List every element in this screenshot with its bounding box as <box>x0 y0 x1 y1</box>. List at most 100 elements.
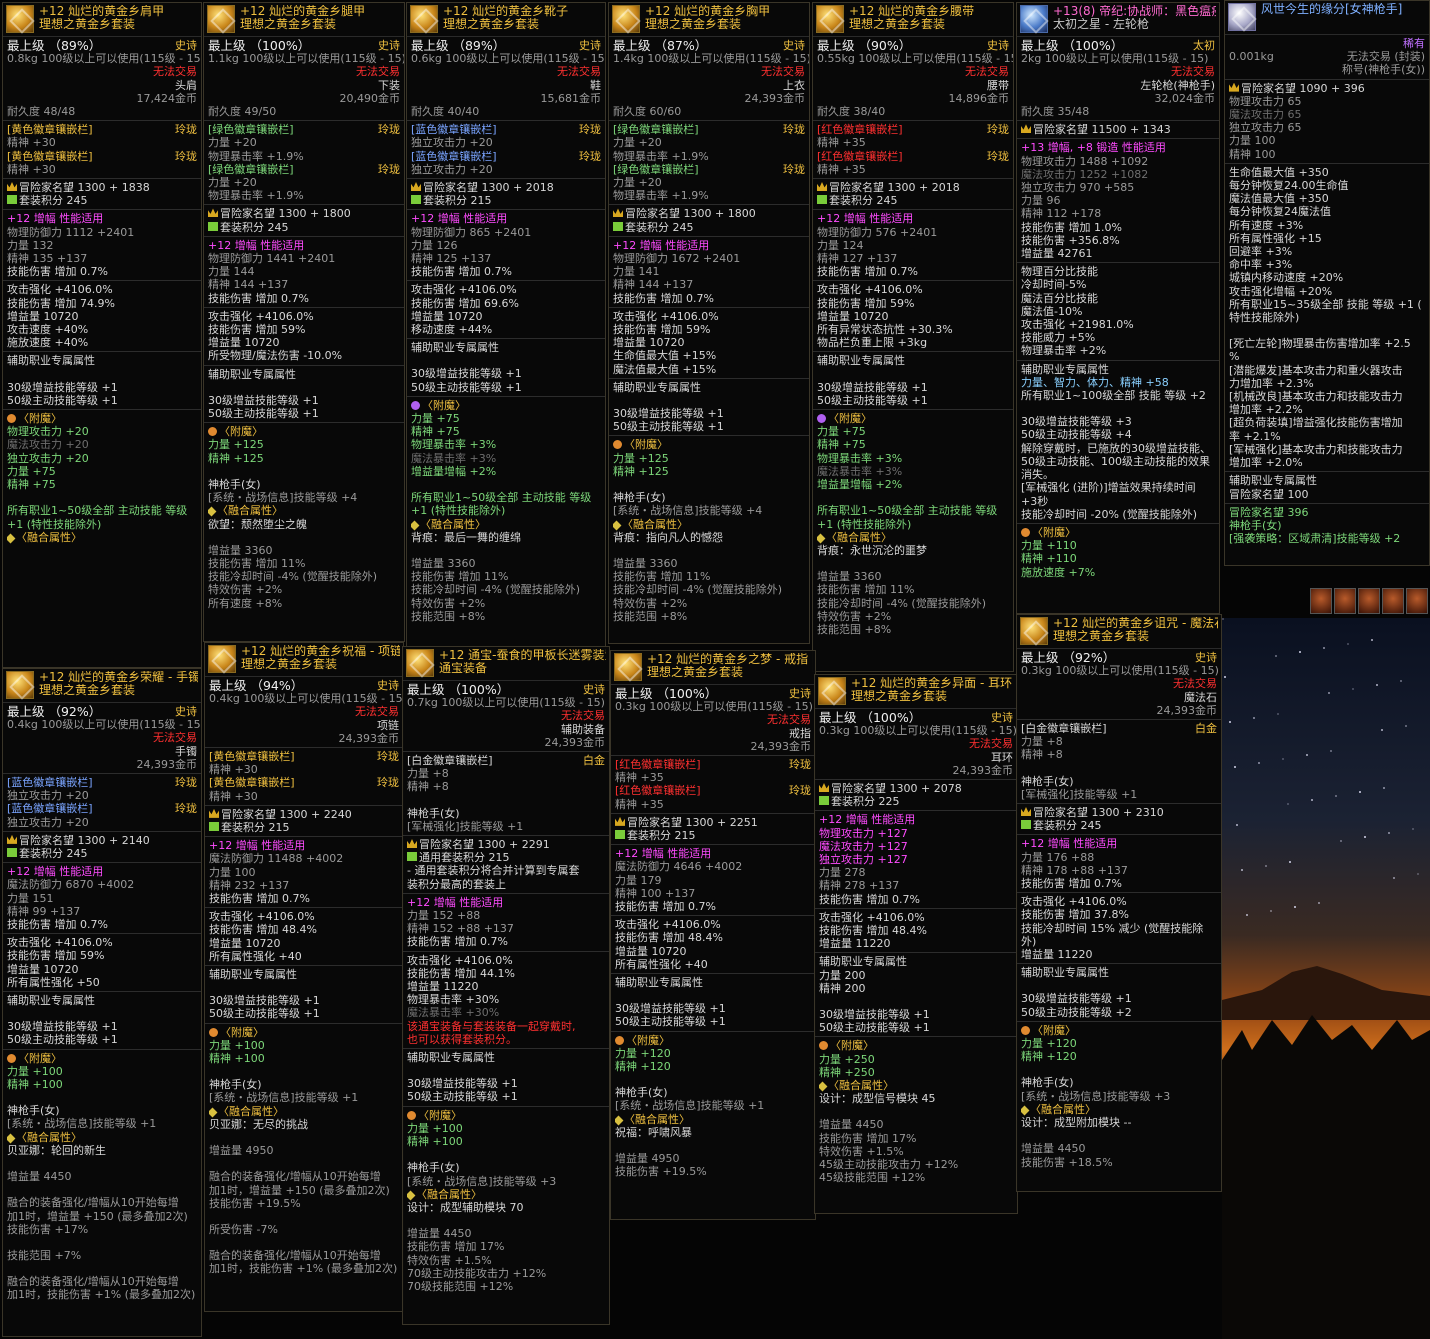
stat-line: 套装积分 245 <box>7 194 197 207</box>
stat-text: 辅助职业专属属性 <box>817 354 905 368</box>
stat-text: 增益量 4450 <box>1021 1142 1086 1156</box>
stat-line <box>1021 1129 1217 1142</box>
divider <box>403 751 609 753</box>
item-meta: 24,393金币 <box>1156 703 1218 717</box>
divider <box>205 965 403 967</box>
divider <box>3 830 201 832</box>
stat-text: +1 (特性技能除外) <box>411 504 506 518</box>
stat-text: 物理防御力 576 +2401 <box>817 225 938 239</box>
item-name: +12 灿烂的黄金乡祝福 - 项链 <box>241 645 400 658</box>
stat-text: 套装积分 245 <box>1033 819 1102 833</box>
crown-icon <box>819 783 829 793</box>
stat-text: 魔法防御力 6870 +4002 <box>7 878 135 892</box>
stat-line: [系统・战场信息]技能等级 +1 <box>7 1117 197 1130</box>
stat-line: 30级增益技能等级 +1 <box>407 1077 605 1090</box>
skill-slot-icon[interactable] <box>1310 588 1332 614</box>
stat-line: [军械强化]基本攻击力和技能攻击力 <box>1229 443 1425 456</box>
gold-armor-icon[interactable] <box>208 645 236 673</box>
stat-text: 神枪手(女) <box>407 1161 460 1175</box>
stat-line: 辅助职业专属属性 <box>817 354 1009 367</box>
stat-text: 技能伤害 +18.5% <box>1021 1155 1113 1169</box>
divider <box>403 1048 609 1050</box>
stat-text: 也可以获得套装积分。 <box>407 1032 517 1046</box>
stat-line: 欲望：颓然堕尘之魄 <box>208 518 400 531</box>
stat-label: 最上级 （92%） <box>7 704 102 719</box>
tooltip-header: +12 灿烂的黄金乡胸甲 理想之黄金乡套装 <box>609 3 809 37</box>
orb-icon <box>7 1053 16 1063</box>
gold-armor-icon[interactable] <box>410 5 438 33</box>
stat-line: 力量 +8 <box>407 767 605 780</box>
stat-line: 独立攻击力 +20 <box>411 136 601 149</box>
crown-icon <box>7 834 17 844</box>
gold-armor-icon[interactable] <box>1020 617 1048 645</box>
stat-line: 通用套装积分 215 <box>407 851 605 864</box>
divider <box>204 235 404 237</box>
set-icon <box>411 195 421 205</box>
gold-armor-icon[interactable] <box>207 5 235 33</box>
stat-line: 该通宝装备与套装装备一起穿戴时, <box>407 1020 605 1033</box>
stat-line: 技能伤害 增加 48.4% <box>615 931 811 944</box>
tooltip-header: +12 灿烂的黄金乡异面 - 耳环 理想之黄金乡套装 <box>815 675 1017 709</box>
stat-value: 稀有 <box>1403 37 1425 50</box>
stat-line: 力量 +250 <box>819 1053 1013 1066</box>
stat-text: 30级增益技能等级 +1 <box>411 367 522 381</box>
stat-text: 所有职业1~50级全部 主动技能 等级 <box>411 491 592 505</box>
skill-quickbar[interactable] <box>1310 588 1430 618</box>
stat-label: [红色徽章镶嵌栏] <box>817 149 903 163</box>
gold-armor-icon[interactable] <box>6 5 34 33</box>
item-set-name: 理想之黄金乡套装 <box>241 658 338 672</box>
stat-line: 魔法防御力 6870 +4002 <box>7 878 197 891</box>
stat-line <box>819 1105 1013 1118</box>
stat-line: 套装积分 225 <box>819 795 1013 808</box>
divider <box>1017 1020 1221 1022</box>
stat-line: 70级主动技能攻击力 +12% <box>407 1267 605 1280</box>
title-icon[interactable] <box>1228 3 1256 31</box>
orb-icon <box>613 520 622 530</box>
gold-armor-icon[interactable] <box>818 677 846 705</box>
divider <box>204 364 404 366</box>
stat-line: 精神 100 <box>1229 148 1425 161</box>
skill-slot-icon[interactable] <box>1406 588 1428 614</box>
skill-slot-icon[interactable] <box>1382 588 1404 614</box>
stat-line: +3秒 <box>1021 495 1215 508</box>
stat-line <box>7 1157 197 1170</box>
stat-label: [黄色徽章镶嵌栏] <box>209 750 295 764</box>
stat-line: 技能冷却时间 -4% (觉醒技能除外) <box>817 597 1009 610</box>
stat-line: 技能伤害 增加 0.7% <box>7 265 197 278</box>
item-name: +12 灿烂的黄金乡之梦 - 戒指 <box>647 653 809 666</box>
item-set-name: 理想之黄金乡套装 <box>851 690 948 704</box>
gold-armor-icon[interactable] <box>6 671 34 699</box>
stat-line: 攻击强化 +4106.0% <box>817 283 1009 296</box>
star-decoration <box>1246 914 1248 916</box>
orb-icon <box>817 533 826 544</box>
stat-line: 物理暴击率 +1.9% <box>208 150 400 163</box>
stat-text: 技能伤害 增加 11% <box>411 570 509 584</box>
gold-armor-icon[interactable] <box>614 653 642 681</box>
stat-row: [绿色徽章镶嵌栏] 玲珑 <box>208 123 400 136</box>
gold-armor-icon[interactable] <box>406 649 434 677</box>
stat-text: 力量 96 <box>1021 194 1061 208</box>
stat-line: 物理防御力 576 +2401 <box>817 226 1009 239</box>
skill-slot-icon[interactable] <box>1334 588 1356 614</box>
stat-line: 精神 +120 <box>1021 1050 1217 1063</box>
stat-text: 技能伤害 +19.5% <box>615 1165 707 1179</box>
stat-text: 精神 +250 <box>819 1065 875 1079</box>
item-meta: 头肩 <box>175 78 197 92</box>
gold-armor-icon[interactable] <box>612 5 640 33</box>
stat-line: 技能伤害 增加 0.7% <box>1021 877 1217 890</box>
stat-line: 精神 +100 <box>407 1135 605 1148</box>
stat-text: 技能伤害 增加 48.4% <box>615 931 723 945</box>
stat-text: +12 增幅 性能适用 <box>817 212 914 226</box>
divider <box>611 812 815 814</box>
skill-slot-icon[interactable] <box>1358 588 1380 614</box>
gold-armor-icon[interactable] <box>816 5 844 33</box>
tooltip-body: 最上级 （90%） 史诗 0.55kg 100级以上可以使用(115级 - 15) 无… <box>813 37 1013 638</box>
stat-text: 加1时，增益量 +150 (最多叠加2次) <box>209 1183 390 1197</box>
stat-text: 冒险家名望 1300 + 2140 <box>19 833 150 847</box>
stat-text: 增益量 3360 <box>613 556 678 570</box>
item-meta: 腰带 <box>987 78 1009 92</box>
blue-weapon-icon[interactable] <box>1020 5 1048 33</box>
stat-line: 神枪手(女) <box>407 1161 605 1174</box>
stat-text: 所有职业15~35级全部 技能 等级 +1 ( <box>1229 297 1422 311</box>
star-decoration <box>1277 713 1279 715</box>
